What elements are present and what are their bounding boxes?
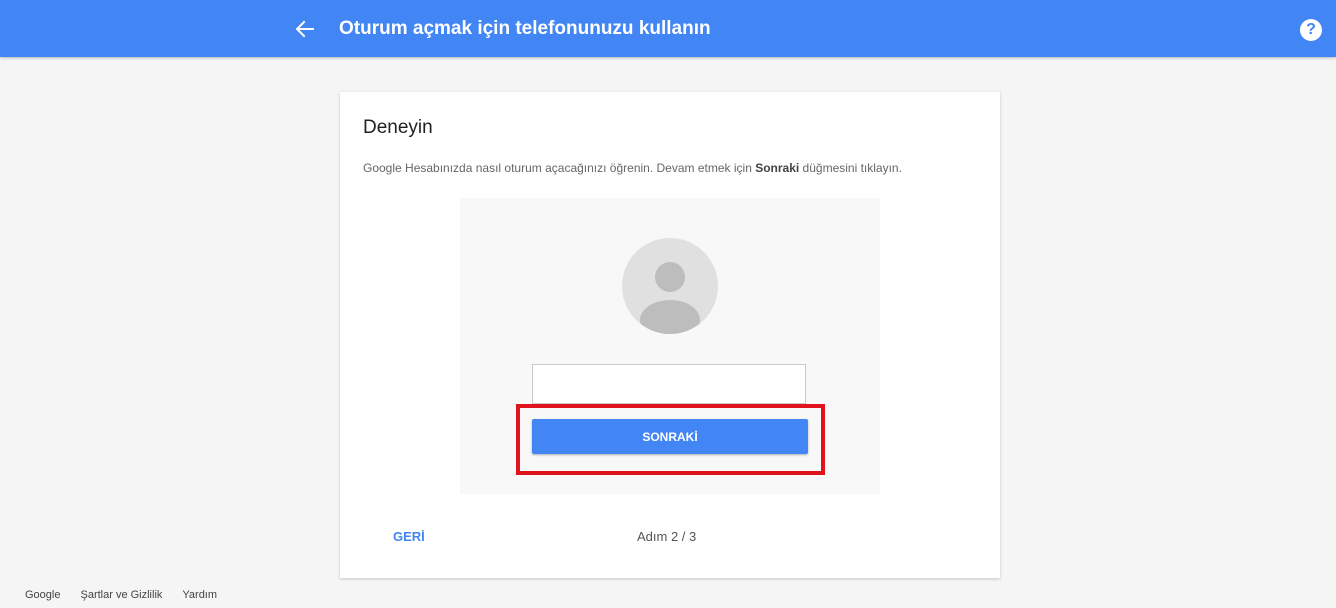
help-icon[interactable]: ? [1300, 19, 1322, 41]
demo-email-input[interactable] [532, 364, 806, 404]
footer-link-help[interactable]: Yardım [182, 589, 217, 601]
back-button[interactable]: GERİ [393, 529, 425, 544]
step-indicator: Adım 2 / 3 [637, 529, 697, 544]
page-title: Oturum açmak için telefonunuzu kullanın [339, 18, 711, 39]
top-app-bar: Oturum açmak için telefonunuzu kullanın … [0, 0, 1336, 57]
tutorial-card: Deneyin Google Hesabınızda nasıl oturum … [340, 92, 1000, 578]
description-text: Google Hesabınızda nasıl oturum açacağın… [363, 161, 756, 175]
description-bold-text: Sonraki [755, 161, 800, 175]
description-text-end: düğmesini tıklayın. [799, 161, 902, 175]
arrow-back-icon [295, 20, 314, 38]
demo-area: SONRAKİ [460, 198, 880, 494]
highlight-annotation-box [516, 404, 825, 475]
avatar-placeholder-icon [622, 238, 718, 334]
footer-link-terms-privacy[interactable]: Şartlar ve Gizlilik [80, 589, 162, 601]
card-description: Google Hesabınızda nasıl oturum açacağın… [363, 161, 902, 175]
footer-link-google[interactable]: Google [25, 589, 60, 601]
footer: Google Şartlar ve Gizlilik Yardım [25, 589, 217, 601]
back-arrow-button[interactable] [292, 16, 318, 42]
card-title: Deneyin [363, 117, 433, 138]
